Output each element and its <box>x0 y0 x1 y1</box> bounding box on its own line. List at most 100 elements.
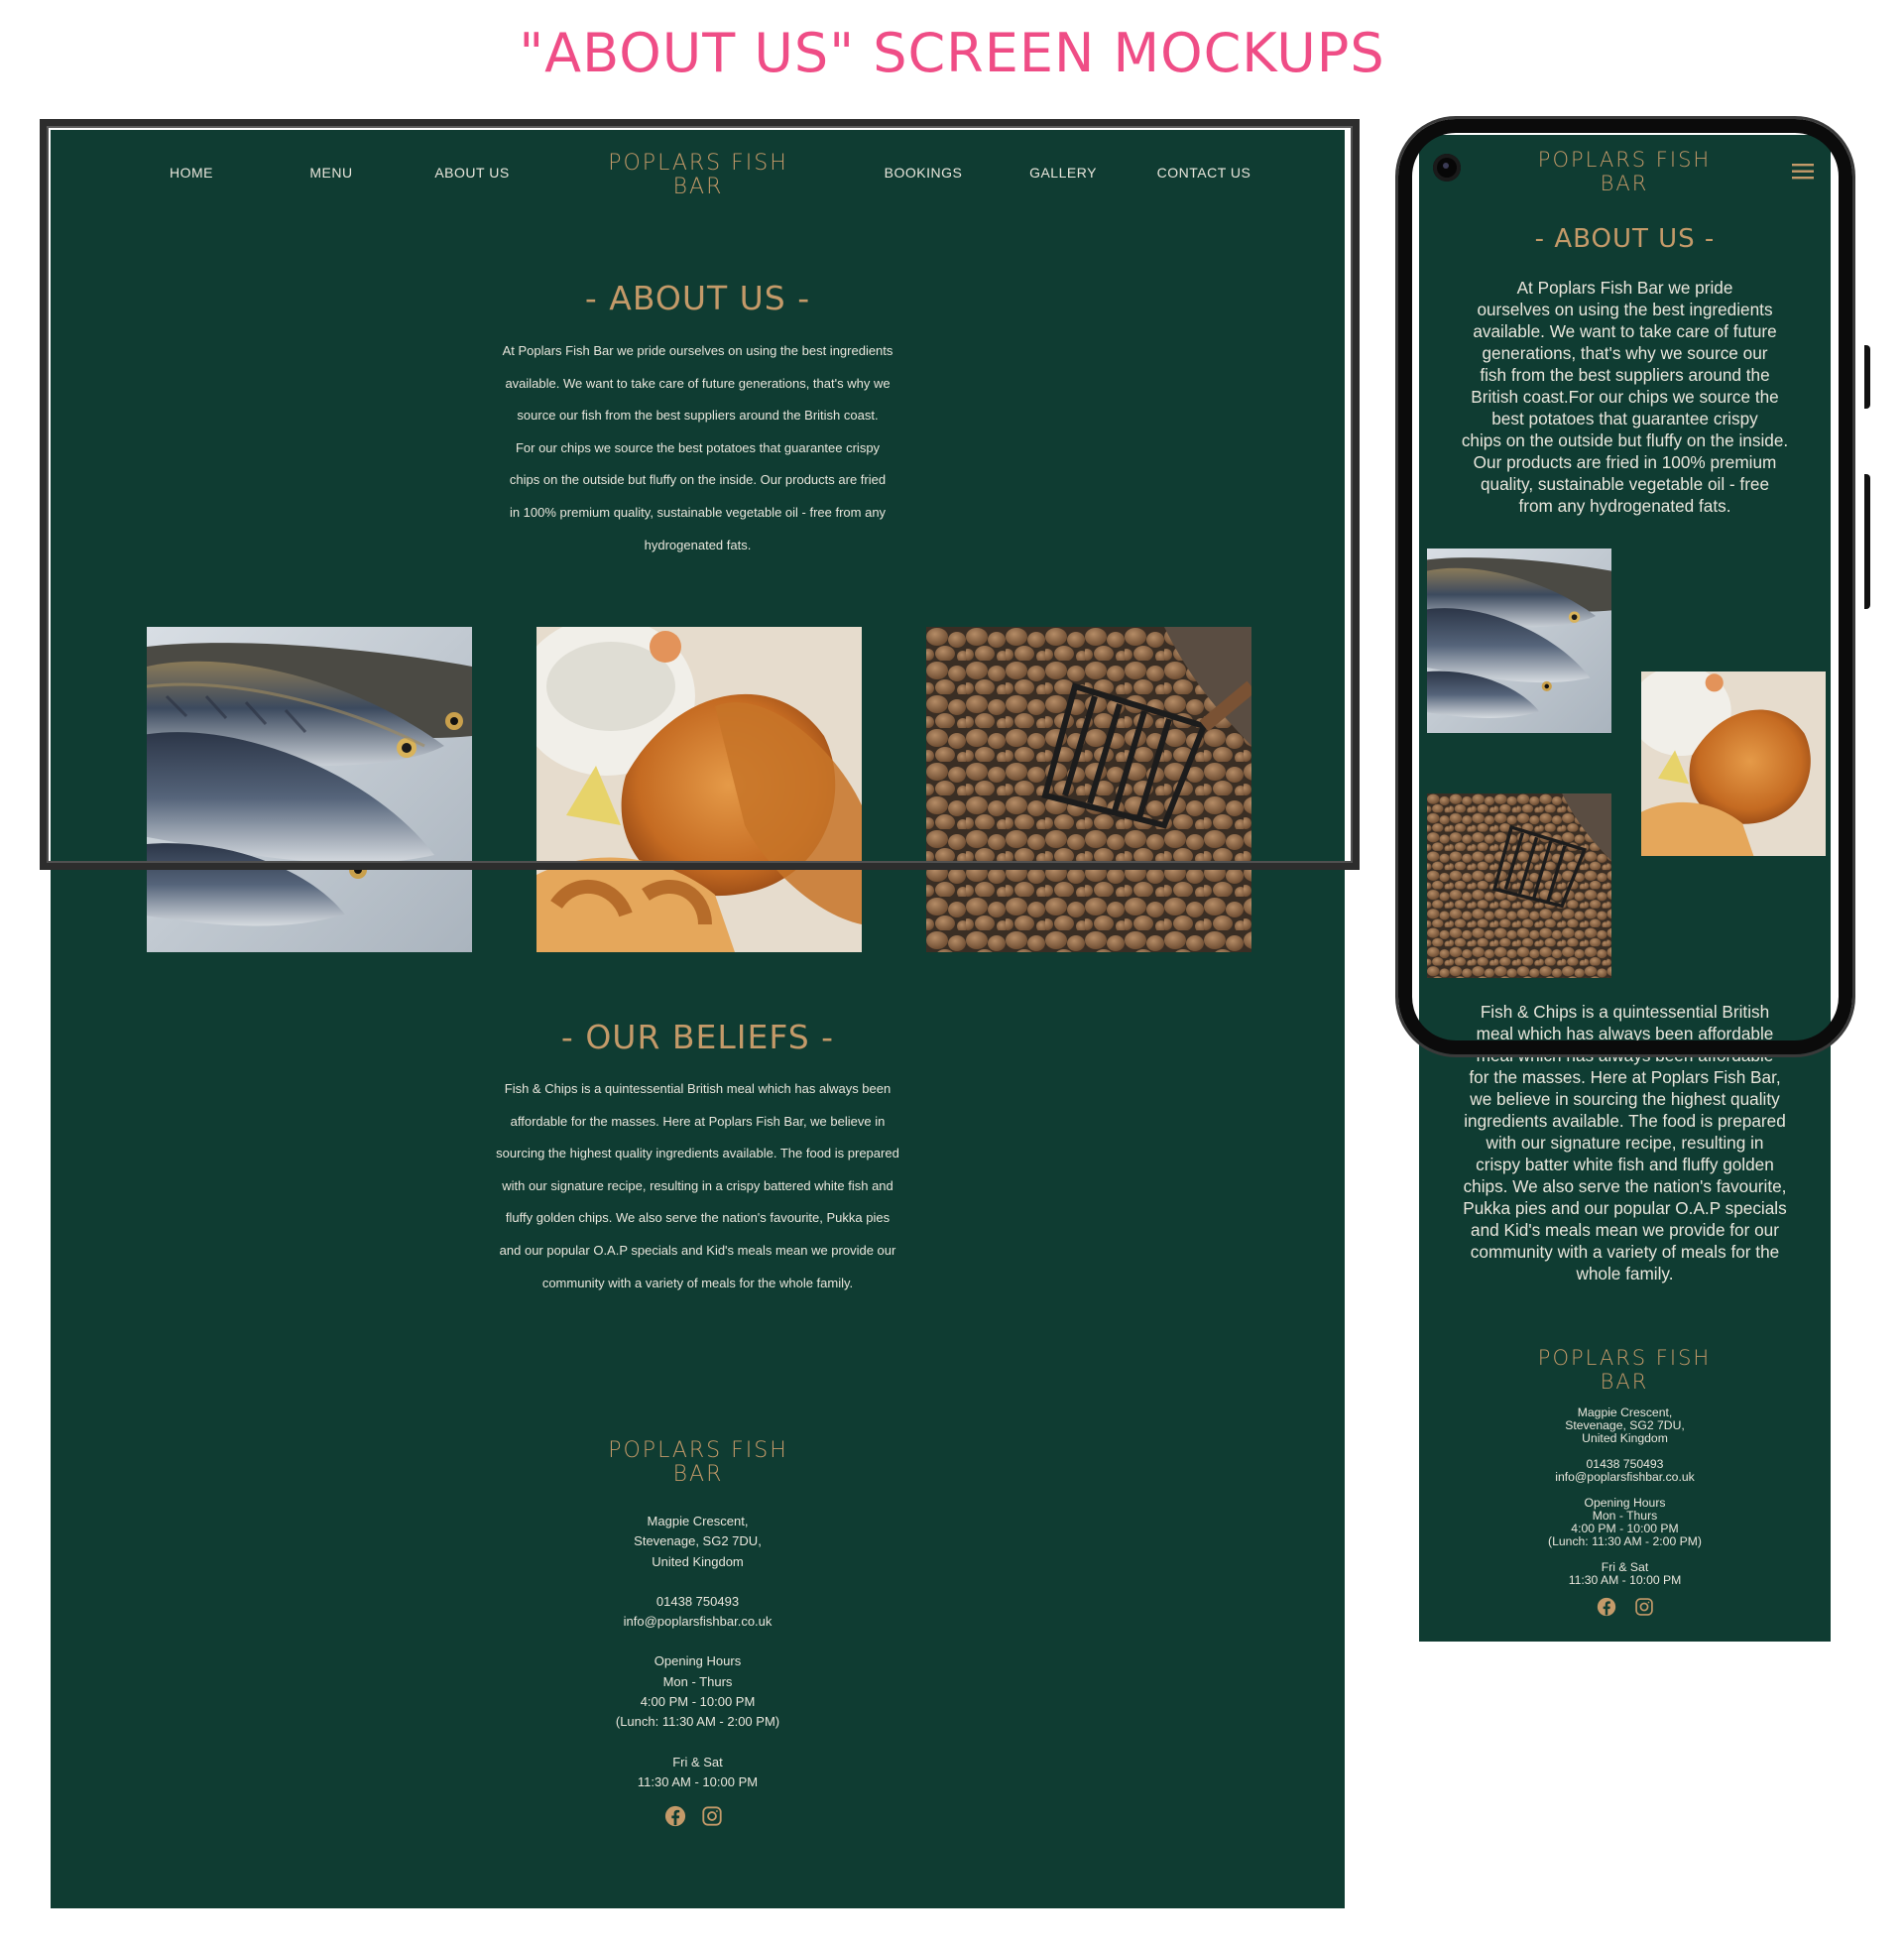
beliefs-title: - OUR BELIEFS - <box>560 1018 835 1056</box>
text-line: community with a variety of meals for th… <box>1470 1242 1780 1262</box>
mobile-about-paragraph: At Poplars Fish Bar we pride ourselves o… <box>1419 277 1831 517</box>
brand-line-2: BAR <box>672 175 724 199</box>
footer-brand-line-1: POPLARS FISH <box>1537 1346 1712 1370</box>
facebook-icon[interactable] <box>1597 1597 1616 1622</box>
mobile-brand-logo[interactable]: POPLARS FISH BAR <box>1525 148 1724 195</box>
text-line: hydrogenated fats. <box>644 537 752 552</box>
text-line: Our products are fried in 100% premium <box>1473 452 1777 472</box>
footer-email[interactable]: info@poplarsfishbar.co.uk <box>51 1612 1345 1632</box>
text-line: At Poplars Fish Bar we pride ourselves o… <box>502 343 893 358</box>
text-line: ourselves on using the best ingredients <box>1477 300 1773 319</box>
facebook-icon[interactable] <box>664 1805 686 1832</box>
text-line: whole family. <box>1576 1264 1674 1283</box>
photo-fish-on-ice <box>147 627 472 952</box>
text-line: meal which has always been affordable <box>1476 1045 1774 1065</box>
mobile-photo-potatoes <box>1427 793 1611 978</box>
text-line: Pukka pies and our popular O.A.P special… <box>1463 1198 1787 1218</box>
nav-about-us[interactable]: ABOUT US <box>434 165 509 181</box>
text-line: quality, sustainable vegetable oil - fre… <box>1480 474 1770 494</box>
hours-time: 11:30 AM - 10:00 PM <box>637 1773 759 1789</box>
mobile-social-links <box>1597 1597 1654 1622</box>
nav-home[interactable]: HOME <box>170 165 213 181</box>
text-line: for the masses. Here at Poplars Fish Bar… <box>1469 1067 1781 1087</box>
mobile-beliefs-paragraph: Fish & Chips is a quintessential British… <box>1419 1001 1831 1284</box>
text-line: best potatoes that guarantee crispy <box>1491 409 1758 428</box>
address-line: Stevenage, SG2 7DU, <box>634 1533 762 1549</box>
mobile-footer-brand: POPLARS FISH BAR <box>1525 1346 1724 1394</box>
about-title: - ABOUT US - <box>584 279 811 317</box>
nav-contact-us[interactable]: CONTACT US <box>1157 165 1251 181</box>
hours-days: Fri & Sat <box>672 1754 723 1770</box>
text-line: chips. We also serve the nation's favour… <box>1463 1176 1787 1196</box>
hours-time: 4:00 PM - 10:00 PM <box>640 1694 756 1710</box>
text-line: community with a variety of meals for th… <box>541 1275 854 1290</box>
mobile-about-title: - ABOUT US - <box>1534 224 1716 254</box>
mobile-footer-info: Magpie Crescent, Stevenage, SG2 7DU, Uni… <box>1419 1406 1831 1587</box>
brand-logo[interactable]: POPLARS FISH BAR <box>589 152 807 199</box>
text-line: in 100% premium quality, sustainable veg… <box>509 504 887 520</box>
text-line: Fish & Chips is a quintessential British <box>1480 1002 1770 1022</box>
text-line: we believe in sourcing the highest quali… <box>1470 1089 1780 1109</box>
text-line: crispy batter white fish and fluffy gold… <box>1476 1155 1774 1174</box>
social-links <box>664 1805 723 1832</box>
page-title: "ABOUT US" SCREEN MOCKUPS <box>519 22 1385 84</box>
desktop-mockup: HOME MENU ABOUT US POPLARS FISH BAR BOOK… <box>51 130 1345 1908</box>
text-line: For our chips we source the best potatoe… <box>515 439 881 455</box>
hours-days: Mon - Thurs <box>662 1673 733 1689</box>
text-line: and our popular O.A.P specials and Kid's… <box>499 1242 896 1258</box>
footer-email[interactable]: info@poplarsfishbar.co.uk <box>1419 1471 1831 1484</box>
text-line: ingredients available. The food is prepa… <box>1464 1111 1786 1131</box>
text-line: chips on the outside but fluffy on the i… <box>509 472 887 488</box>
photo-potatoes <box>926 627 1251 952</box>
mobile-mockup: POPLARS FISH BAR - ABOUT US - At Poplars… <box>1419 135 1831 1642</box>
text-line: meal which has always been affordable <box>1476 1024 1774 1043</box>
text-line: Fish & Chips is a quintessential British… <box>504 1081 892 1096</box>
brand-line-1: POPLARS FISH <box>608 151 788 176</box>
text-line: source our fish from the best suppliers … <box>517 408 879 424</box>
text-line: generations, that's why we source our <box>1482 343 1768 363</box>
instagram-icon[interactable] <box>701 1805 723 1832</box>
desktop-nav: HOME MENU ABOUT US POPLARS FISH BAR BOOK… <box>51 130 1345 229</box>
brand-line-2: BAR <box>1600 172 1649 195</box>
text-line: available. We want to take care of futur… <box>1473 321 1777 341</box>
text-line: fluffy golden chips. We also serve the n… <box>505 1210 891 1226</box>
text-line: fish from the best suppliers around the <box>1480 365 1770 385</box>
text-line: with our signature recipe, resulting in <box>1486 1133 1764 1153</box>
about-paragraph: At Poplars Fish Bar we pride ourselves o… <box>470 335 926 561</box>
photo-fried-fish <box>536 627 862 952</box>
footer-brand-line-1: POPLARS FISH <box>608 1438 788 1463</box>
text-line: sourcing the highest quality ingredients… <box>496 1146 899 1161</box>
mobile-photo-fried-fish <box>1641 671 1826 856</box>
footer-brand: POPLARS FISH BAR <box>589 1439 807 1487</box>
front-camera-icon <box>1433 154 1461 182</box>
hours-time: 11:30 AM - 10:00 PM <box>1568 1573 1682 1587</box>
text-line: with our signature recipe, resulting in … <box>502 1177 893 1193</box>
footer-brand-line-2: BAR <box>672 1462 724 1487</box>
text-line: At Poplars Fish Bar we pride <box>1516 278 1733 298</box>
text-line: chips on the outside but fluffy on the i… <box>1461 430 1789 450</box>
footer-phone[interactable]: 01438 750493 <box>51 1592 1345 1612</box>
phone-power-button <box>1864 474 1870 609</box>
hours-title: Opening Hours <box>654 1653 742 1669</box>
hours-lunch: (Lunch: 11:30 AM - 2:00 PM) <box>1548 1534 1702 1548</box>
nav-menu[interactable]: MENU <box>309 165 352 181</box>
text-line: from any hydrogenated fats. <box>1518 496 1731 516</box>
nav-gallery[interactable]: GALLERY <box>1029 165 1097 181</box>
address-line: United Kingdom <box>652 1553 744 1569</box>
brand-line-1: POPLARS FISH <box>1537 148 1712 172</box>
phone-volume-button <box>1864 345 1870 409</box>
address-line: Magpie Crescent, <box>647 1514 749 1528</box>
text-line: affordable for the masses. Here at Popla… <box>510 1113 886 1129</box>
footer-brand-line-2: BAR <box>1600 1370 1649 1394</box>
beliefs-paragraph: Fish & Chips is a quintessential British… <box>465 1073 931 1299</box>
address-line: United Kingdom <box>1582 1431 1668 1445</box>
mobile-photo-fish <box>1427 549 1611 733</box>
text-line: available. We want to take care of futur… <box>505 375 891 391</box>
hamburger-menu-icon[interactable] <box>1792 163 1814 185</box>
instagram-icon[interactable] <box>1634 1597 1654 1622</box>
text-line: and Kid's meals mean we provide for our <box>1471 1220 1779 1240</box>
text-line: British coast.For our chips we source th… <box>1471 387 1779 407</box>
hours-lunch: (Lunch: 11:30 AM - 2:00 PM) <box>615 1714 780 1730</box>
nav-bookings[interactable]: BOOKINGS <box>885 165 963 181</box>
footer-info: Magpie Crescent, Stevenage, SG2 7DU, Uni… <box>51 1512 1345 1792</box>
